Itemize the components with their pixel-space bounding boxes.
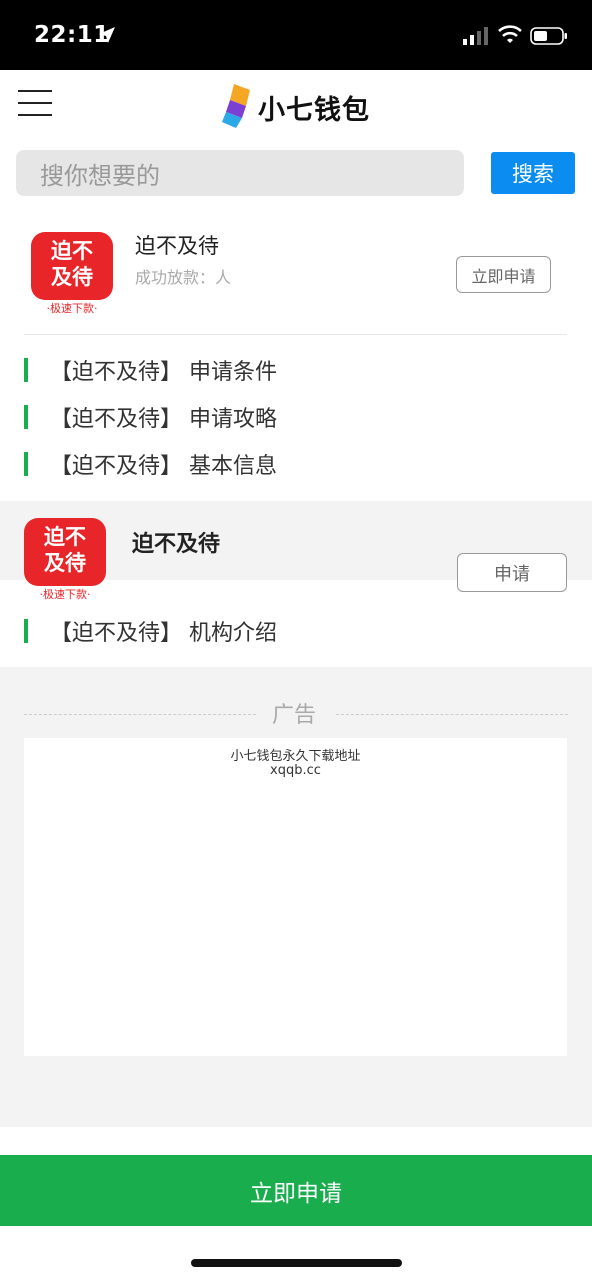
- link-basic-info[interactable]: 【迫不及待】 基本信息: [24, 449, 277, 479]
- app-icon-line2: 及待: [51, 265, 93, 289]
- signal-icon: [463, 27, 488, 45]
- app-icon-tile: 迫不 及待: [24, 518, 106, 586]
- ad-divider-left: [24, 714, 256, 715]
- app-icon-line1: 迫不: [51, 239, 93, 263]
- app-icon-tile: 迫不 及待: [31, 232, 113, 300]
- link-label: 【迫不及待】 机构介绍: [50, 621, 277, 646]
- accent-bar: [24, 358, 28, 382]
- link-institution-intro[interactable]: 【迫不及待】 机构介绍: [24, 616, 277, 646]
- ad-text-title: 小七钱包永久下载地址: [230, 749, 361, 764]
- search-input[interactable]: 搜你想要的: [16, 150, 464, 196]
- apply-now-button[interactable]: 立即申请: [456, 256, 551, 293]
- header: 小七钱包 搜你想要的 搜索: [0, 70, 592, 208]
- battery-icon: [530, 27, 567, 45]
- link-apply-guide[interactable]: 【迫不及待】 申请攻略: [24, 402, 277, 432]
- accent-bar: [24, 452, 28, 476]
- ad-section: 广告 小七钱包永久下载地址 xqqb.cc: [0, 667, 592, 1127]
- location-arrow-icon: [99, 27, 115, 43]
- apply-now-main-button[interactable]: 立即申请: [0, 1155, 592, 1226]
- product-card: 迫不 及待 ·极速下款· 迫不及待 成功放款：人 立即申请 【迫不及待】 申请条…: [0, 208, 592, 501]
- app-icon[interactable]: 迫不 及待 ·极速下款·: [24, 518, 106, 601]
- menu-icon[interactable]: [18, 90, 52, 116]
- logo-icon: [222, 84, 250, 128]
- app-icon-sub: ·极速下款·: [46, 302, 98, 315]
- ad-text-url: xqqb.cc: [270, 763, 321, 778]
- link-apply-conditions[interactable]: 【迫不及待】 申请条件: [24, 355, 277, 385]
- accent-bar: [24, 405, 28, 429]
- link-label: 【迫不及待】 申请条件: [50, 360, 277, 385]
- logo-text: 小七钱包: [258, 94, 370, 126]
- apply-button[interactable]: 申请: [457, 553, 567, 592]
- home-indicator[interactable]: [191, 1259, 402, 1267]
- app-icon[interactable]: 迫不 及待 ·极速下款·: [31, 232, 113, 315]
- link-label: 【迫不及待】 申请攻略: [50, 407, 277, 432]
- ad-divider-right: [336, 714, 568, 715]
- search-button[interactable]: 搜索: [491, 152, 575, 194]
- link-label: 【迫不及待】 基本信息: [50, 454, 277, 479]
- product-subtitle: 成功放款：人: [135, 268, 232, 287]
- status-bar: 22:11: [0, 0, 592, 70]
- ad-banner[interactable]: 小七钱包永久下载地址 xqqb.cc: [24, 738, 567, 1056]
- accent-bar: [24, 619, 28, 643]
- logo: 小七钱包: [220, 84, 370, 130]
- ad-label: 广告: [272, 703, 317, 728]
- app-icon-line2: 及待: [44, 551, 86, 575]
- product-title[interactable]: 迫不及待: [132, 526, 220, 558]
- product-title[interactable]: 迫不及待: [135, 230, 219, 260]
- search-placeholder: 搜你想要的: [40, 161, 160, 190]
- divider: [24, 334, 567, 335]
- app-icon-sub: ·极速下款·: [39, 588, 91, 601]
- wifi-icon: [498, 25, 522, 43]
- app-icon-line1: 迫不: [44, 525, 86, 549]
